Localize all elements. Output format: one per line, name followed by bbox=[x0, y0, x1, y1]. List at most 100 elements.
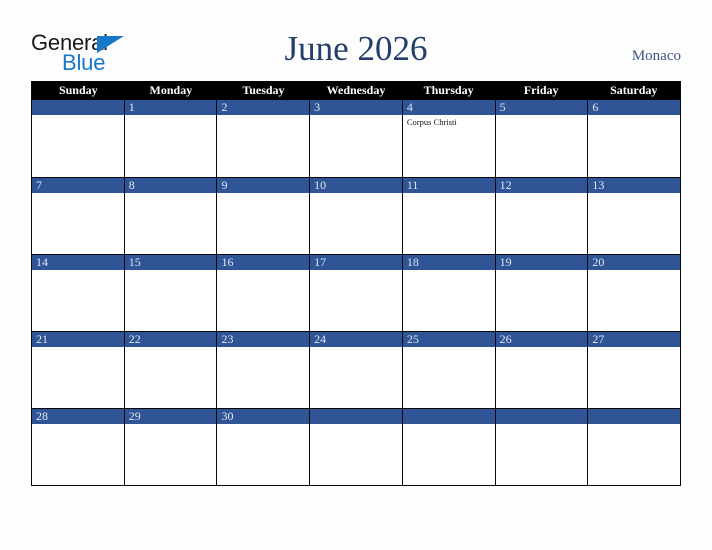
page-title: June 2026 bbox=[284, 29, 428, 68]
day-number: 30 bbox=[217, 409, 310, 424]
calendar-day-cell-10[interactable]: 10 bbox=[309, 177, 402, 254]
day-events: Corpus Christi bbox=[403, 115, 495, 177]
day-events bbox=[125, 424, 217, 485]
calendar-day-cell-24[interactable]: 24 bbox=[309, 331, 402, 408]
day-events bbox=[217, 424, 309, 485]
page-header: General Blue June 2026 Monaco bbox=[0, 0, 712, 81]
calendar-day-cell-15[interactable]: 15 bbox=[123, 254, 217, 331]
calendar-day-cell-1[interactable]: 1 bbox=[123, 100, 217, 177]
calendar-day-cell-27[interactable]: 27 bbox=[587, 331, 681, 408]
calendar-day-cell-empty[interactable] bbox=[587, 408, 681, 485]
calendar-day-cell-30[interactable]: 30 bbox=[216, 408, 310, 485]
calendar-day-cell-empty[interactable] bbox=[494, 408, 588, 485]
calendar-day-cell-16[interactable]: 16 bbox=[216, 254, 310, 331]
day-number: 16 bbox=[217, 255, 310, 270]
day-number: 3 bbox=[310, 100, 402, 115]
calendar-day-cell-empty[interactable] bbox=[309, 408, 402, 485]
day-events bbox=[310, 347, 402, 408]
day-events bbox=[403, 424, 495, 485]
calendar-day-cell-5[interactable]: 5 bbox=[494, 100, 588, 177]
day-number: 13 bbox=[588, 178, 681, 193]
day-number: 11 bbox=[402, 178, 495, 193]
day-events bbox=[32, 347, 124, 408]
calendar-day-cell-11[interactable]: 11 bbox=[401, 177, 495, 254]
day-events bbox=[125, 347, 217, 408]
calendar-grid: Sunday Monday Tuesday Wednesday Thursday Frid… bbox=[31, 81, 681, 486]
calendar-day-cell-22[interactable]: 22 bbox=[123, 331, 217, 408]
day-events bbox=[403, 270, 495, 331]
day-number bbox=[310, 409, 402, 424]
day-number: 2 bbox=[217, 100, 310, 115]
day-number bbox=[402, 409, 495, 424]
calendar-day-cell-8[interactable]: 8 bbox=[123, 177, 217, 254]
calendar-body: 1 2 3 4 Corpus Christi 5 6 7 8 9 10 11 12 13 14 15 16 17 1… bbox=[32, 100, 681, 485]
day-events bbox=[217, 347, 309, 408]
day-number bbox=[32, 100, 124, 115]
day-number: 6 bbox=[588, 100, 681, 115]
calendar-day-cell-empty[interactable] bbox=[401, 408, 495, 485]
day-events bbox=[125, 115, 217, 177]
day-events bbox=[496, 270, 588, 331]
day-number: 8 bbox=[124, 178, 217, 193]
calendar-day-cell-21[interactable]: 21 bbox=[32, 331, 124, 408]
day-number: 29 bbox=[124, 409, 217, 424]
day-events bbox=[496, 193, 588, 254]
day-events bbox=[496, 115, 588, 177]
day-events bbox=[403, 347, 495, 408]
day-number: 10 bbox=[310, 178, 402, 193]
day-number: 19 bbox=[495, 255, 588, 270]
day-number: 4 bbox=[402, 100, 495, 115]
calendar-day-cell-12[interactable]: 12 bbox=[494, 177, 588, 254]
calendar-day-cell-6[interactable]: 6 bbox=[587, 100, 681, 177]
day-events bbox=[32, 193, 124, 254]
calendar-week-row: 14 15 16 17 18 19 20 bbox=[32, 254, 681, 331]
day-number: 5 bbox=[495, 100, 588, 115]
day-events bbox=[32, 115, 124, 177]
calendar-day-cell-26[interactable]: 26 bbox=[494, 331, 588, 408]
holiday-label: Corpus Christi bbox=[406, 117, 457, 127]
calendar-day-cell-20[interactable]: 20 bbox=[587, 254, 681, 331]
day-number: 17 bbox=[310, 255, 402, 270]
calendar-day-cell-3[interactable]: 3 bbox=[309, 100, 402, 177]
calendar-day-cell-19[interactable]: 19 bbox=[494, 254, 588, 331]
calendar-day-cell-29[interactable]: 29 bbox=[123, 408, 217, 485]
calendar-day-cell-17[interactable]: 17 bbox=[309, 254, 402, 331]
day-number: 18 bbox=[402, 255, 495, 270]
calendar-day-cell-25[interactable]: 25 bbox=[401, 331, 495, 408]
calendar-day-cell-4[interactable]: 4 Corpus Christi bbox=[401, 100, 495, 177]
calendar-week-row: 21 22 23 24 25 26 27 bbox=[32, 331, 681, 408]
day-events bbox=[32, 270, 124, 331]
calendar-day-cell-28[interactable]: 28 bbox=[32, 408, 124, 485]
calendar-day-cell-2[interactable]: 2 bbox=[216, 100, 310, 177]
day-number: 27 bbox=[588, 332, 681, 347]
day-number: 26 bbox=[495, 332, 588, 347]
day-events bbox=[125, 193, 217, 254]
weekday-header-friday: Friday bbox=[523, 83, 559, 97]
day-number: 22 bbox=[124, 332, 217, 347]
day-events bbox=[403, 193, 495, 254]
day-number: 7 bbox=[32, 178, 124, 193]
weekday-header-saturday: Saturday bbox=[610, 83, 658, 97]
weekday-header-row: Sunday Monday Tuesday Wednesday Thursday Frid… bbox=[32, 81, 680, 100]
day-events bbox=[588, 347, 680, 408]
calendar-day-cell-14[interactable]: 14 bbox=[32, 254, 124, 331]
day-number: 28 bbox=[32, 409, 124, 424]
day-number bbox=[588, 409, 681, 424]
day-number: 15 bbox=[124, 255, 217, 270]
day-number: 24 bbox=[310, 332, 402, 347]
calendar-day-cell-empty[interactable] bbox=[32, 100, 124, 177]
calendar-day-cell-18[interactable]: 18 bbox=[401, 254, 495, 331]
region-label: Monaco bbox=[631, 48, 681, 64]
calendar-day-cell-23[interactable]: 23 bbox=[216, 331, 310, 408]
calendar-day-cell-9[interactable]: 9 bbox=[216, 177, 310, 254]
day-number: 21 bbox=[32, 332, 124, 347]
day-events bbox=[217, 115, 309, 177]
calendar-day-cell-7[interactable]: 7 bbox=[32, 177, 124, 254]
weekday-header-thursday: Thursday bbox=[423, 83, 474, 97]
calendar-day-cell-13[interactable]: 13 bbox=[587, 177, 681, 254]
day-number: 23 bbox=[217, 332, 310, 347]
day-events bbox=[217, 270, 309, 331]
day-events bbox=[588, 424, 680, 485]
day-events bbox=[310, 193, 402, 254]
weekday-header-tuesday: Tuesday bbox=[242, 83, 285, 97]
